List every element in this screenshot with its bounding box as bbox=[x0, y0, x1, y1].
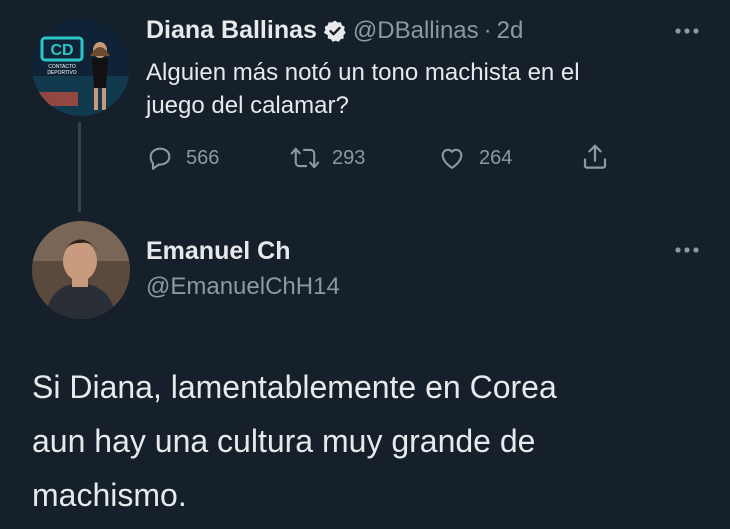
reply-text-line: aun hay una cultura muy grande de bbox=[32, 423, 536, 459]
reply-count: 566 bbox=[186, 146, 220, 169]
thread-line bbox=[78, 122, 81, 212]
svg-text:DEPORTIVO: DEPORTIVO bbox=[47, 70, 76, 76]
more-icon[interactable] bbox=[672, 241, 702, 264]
like-count: 264 bbox=[479, 146, 513, 169]
reply-author-handle[interactable]: @EmanuelChH14 bbox=[146, 273, 340, 301]
heart-icon bbox=[441, 148, 463, 169]
timestamp[interactable]: 2d bbox=[497, 17, 524, 45]
separator-dot: · bbox=[483, 16, 492, 44]
tweet-text-line: Alguien más notó un tono machista en el bbox=[146, 59, 580, 86]
tweet-text-line: juego del calamar? bbox=[146, 92, 349, 119]
reply-button[interactable]: 566 bbox=[146, 144, 219, 172]
author-handle[interactable]: @DBallinas bbox=[353, 17, 479, 45]
retweet-count: 293 bbox=[332, 146, 366, 169]
share-icon bbox=[583, 144, 607, 169]
tweet-text: Alguien más notó un tono machista en el … bbox=[146, 56, 580, 122]
avatar-diana-ballinas[interactable]: CD CONTACTO DEPORTIVO bbox=[32, 18, 130, 116]
avatar-emanuel-ch[interactable] bbox=[32, 221, 130, 319]
reply-icon bbox=[149, 147, 171, 170]
svg-text:CD: CD bbox=[50, 42, 73, 59]
verified-badge-icon bbox=[323, 19, 347, 43]
retweet-icon bbox=[290, 147, 320, 169]
share-button[interactable] bbox=[580, 142, 622, 172]
more-icon[interactable] bbox=[672, 22, 702, 45]
reply-author-name[interactable]: Emanuel Ch bbox=[146, 237, 290, 266]
tweet-header: Diana Ballinas @DBallinas · 2d bbox=[146, 16, 523, 45]
reply-text-line: Si Diana, lamentablemente en Corea bbox=[32, 369, 557, 405]
like-button[interactable]: 264 bbox=[437, 144, 512, 172]
reply-text-line: machismo. bbox=[32, 477, 187, 513]
reply-text: Si Diana, lamentablemente en Corea aun h… bbox=[32, 360, 557, 522]
retweet-button[interactable]: 293 bbox=[290, 144, 365, 172]
author-name[interactable]: Diana Ballinas bbox=[146, 16, 317, 45]
